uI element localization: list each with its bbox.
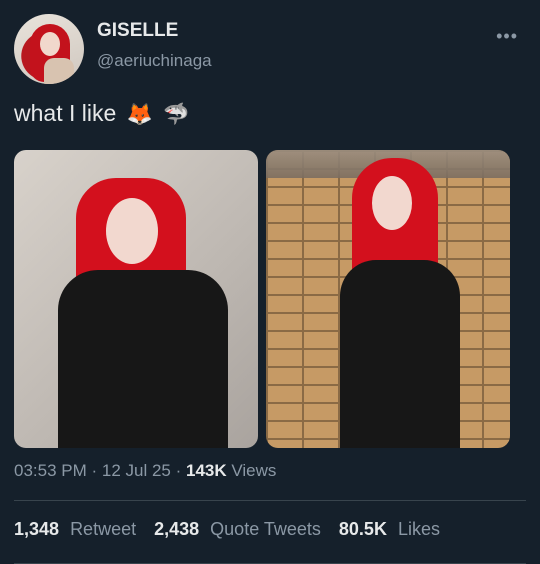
tweet-text-body: what I like: [14, 100, 117, 126]
timestamp[interactable]: 03:53 PM · 12 Jul 25: [14, 461, 171, 480]
stat-likes[interactable]: 80.5K Likes: [339, 519, 440, 540]
photo-1[interactable]: [14, 150, 258, 448]
stat-quote-tweets[interactable]: 2,438 Quote Tweets: [154, 519, 321, 540]
photo-jacket-1: [58, 270, 228, 448]
avatar-face: [40, 32, 60, 56]
tweet-text: what I like 🦊 🦈: [14, 100, 189, 127]
tweet-stats: 1,348 Retweet 2,438 Quote Tweets 80.5K L…: [14, 519, 440, 540]
photo-face-1: [106, 198, 158, 264]
avatar[interactable]: [14, 14, 84, 84]
retweet-count: 1,348: [14, 519, 60, 539]
photo-2[interactable]: [266, 150, 510, 448]
user-handle[interactable]: @aeriuchinaga: [97, 51, 212, 71]
photo-face-2: [372, 176, 412, 230]
tweet-meta: 03:53 PM · 12 Jul 25 · 143K Views: [14, 461, 276, 481]
tweet-header: GISELLE @aeriuchinaga •••: [14, 14, 526, 86]
quote-tweet-label: Quote Tweets: [210, 519, 321, 539]
avatar-body: [44, 58, 74, 84]
views-count: 143K: [186, 461, 227, 480]
separator: ·: [175, 461, 186, 480]
retweet-label: Retweet: [70, 519, 137, 539]
divider: [14, 500, 526, 501]
shark-emoji-icon: 🦈: [163, 103, 190, 126]
photo-jacket-2: [340, 260, 460, 448]
stat-retweets[interactable]: 1,348 Retweet: [14, 519, 136, 540]
ellipsis-icon[interactable]: •••: [496, 26, 518, 47]
display-name[interactable]: GISELLE: [97, 20, 178, 42]
quote-tweet-count: 2,438: [154, 519, 200, 539]
media-grid: [14, 150, 510, 448]
likes-count: 80.5K: [338, 519, 387, 539]
fox-emoji-icon: 🦊: [126, 103, 153, 126]
likes-label: Likes: [397, 519, 440, 539]
views-label: Views: [231, 461, 277, 480]
